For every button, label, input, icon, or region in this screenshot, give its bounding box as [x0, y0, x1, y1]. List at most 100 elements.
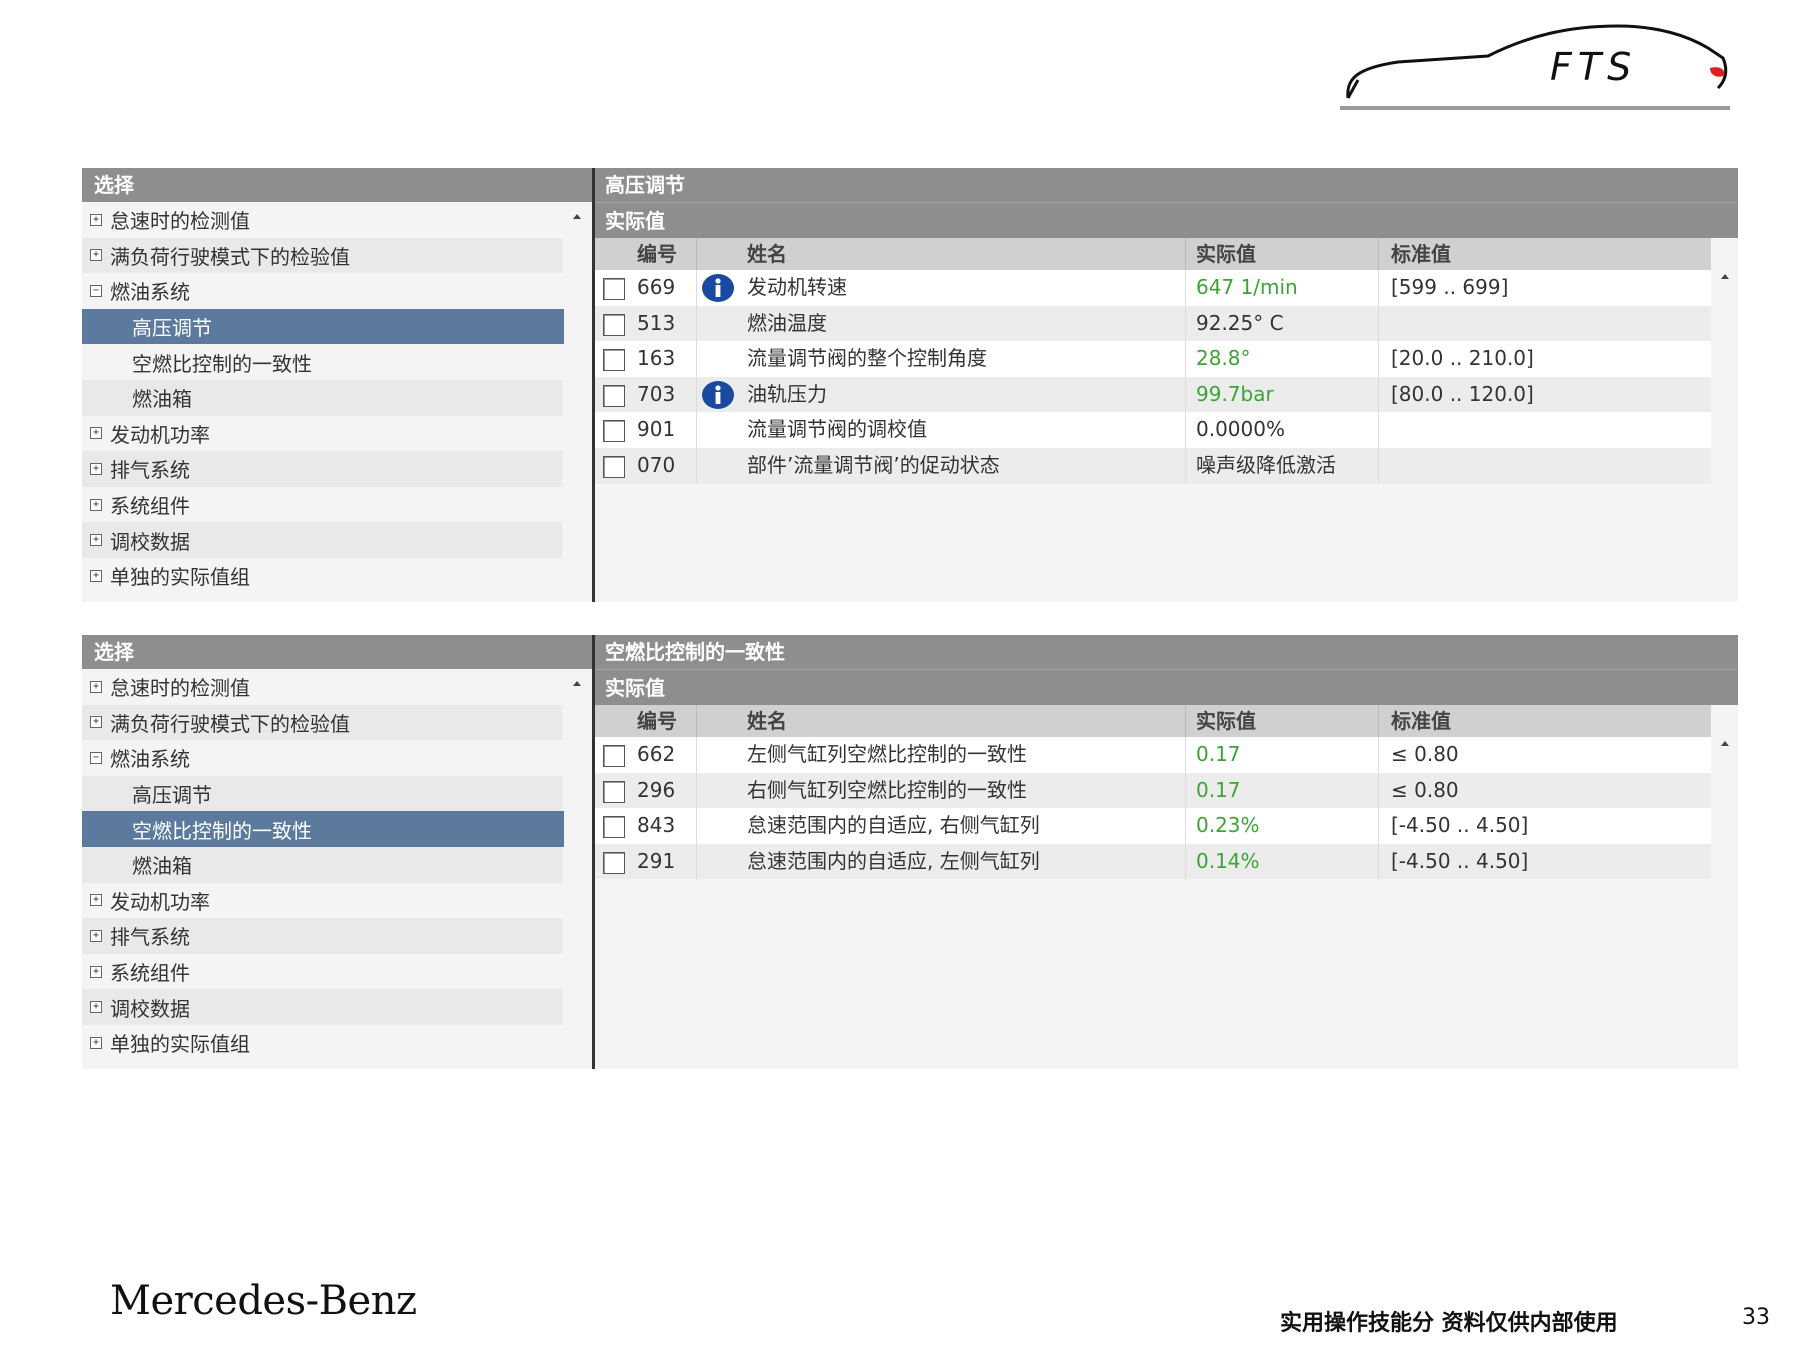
row-checkbox[interactable] — [603, 455, 625, 478]
scroll-up-icon[interactable] — [1720, 274, 1729, 279]
expand-icon[interactable]: + — [90, 680, 102, 693]
row-checkbox[interactable] — [603, 278, 625, 300]
expand-icon[interactable]: + — [90, 894, 102, 907]
cell-divider — [1378, 772, 1379, 809]
info-icon[interactable] — [701, 380, 735, 410]
expand-icon[interactable]: + — [90, 569, 102, 582]
tree-item[interactable]: 高压调节 — [82, 308, 582, 345]
tree-item[interactable]: 燃油箱 — [82, 379, 562, 416]
tree-item-label: 燃油系统 — [110, 280, 190, 305]
cell-divider — [1378, 843, 1379, 880]
expand-icon[interactable]: + — [90, 462, 102, 475]
tree-item[interactable]: + 发动机功率 — [82, 883, 562, 919]
tree-scrollbar[interactable] — [564, 202, 590, 602]
info-icon[interactable] — [701, 273, 735, 303]
table-row[interactable]: 163 流量调节阀的整个控制角度 28.8° [20.0 .. 210.0] — [595, 341, 1711, 378]
tree-item[interactable]: 空燃比控制的一致性 — [82, 811, 582, 847]
tree-item[interactable]: 空燃比控制的一致性 — [82, 344, 562, 380]
scroll-up-icon[interactable] — [573, 214, 581, 219]
table-row[interactable]: 843 怠速范围内的自适应, 右侧气缸列 0.23% [-4.50 .. 4.50] — [595, 808, 1711, 845]
cell-actual-value: 0.0000% — [1196, 417, 1285, 442]
row-checkbox[interactable] — [603, 851, 625, 874]
tree-item[interactable]: + 单独的实际值组 — [82, 1025, 562, 1061]
col-id[interactable]: 编号 — [637, 238, 677, 270]
expand-icon[interactable]: + — [90, 1036, 102, 1049]
table-row[interactable]: 296 右侧气缸列空燃比控制的一致性 0.17 ≤ 0.80 — [595, 772, 1711, 809]
tree-item[interactable]: − 燃油系统 — [82, 273, 562, 309]
tree-item[interactable]: − 燃油系统 — [82, 740, 562, 776]
col-standard[interactable]: 标准值 — [1391, 705, 1451, 737]
tree-item[interactable]: 高压调节 — [82, 775, 562, 812]
table-row[interactable]: 703 油轨压力 99.7bar [80.0 .. 120.0] — [595, 376, 1711, 413]
tree-item-label: 调校数据 — [110, 529, 190, 554]
tree-item[interactable]: 燃油箱 — [82, 846, 562, 883]
row-checkbox[interactable] — [603, 816, 625, 839]
tree-item[interactable]: + 怠速时的检测值 — [82, 669, 562, 705]
table-row[interactable]: 070 部件’流量调节阀’的促动状态 噪声级降低激活 — [595, 447, 1711, 484]
expand-icon[interactable]: + — [90, 427, 102, 440]
col-id[interactable]: 编号 — [637, 705, 677, 737]
expand-icon[interactable]: + — [90, 929, 102, 942]
tree-item[interactable]: + 系统组件 — [82, 954, 562, 990]
row-checkbox[interactable] — [603, 384, 625, 407]
tree-item-label: 排气系统 — [110, 458, 190, 483]
tree-item[interactable]: + 发动机功率 — [82, 416, 562, 452]
tree-item-label: 高压调节 — [132, 783, 212, 808]
cell-divider — [1185, 737, 1186, 773]
tree-item[interactable]: + 满负荷行驶模式下的检验值 — [82, 237, 562, 274]
col-actual[interactable]: 实际值 — [1196, 238, 1256, 270]
collapse-icon[interactable]: − — [90, 284, 102, 297]
col-name[interactable]: 姓名 — [747, 705, 787, 737]
col-standard[interactable]: 标准值 — [1391, 238, 1451, 270]
tree-item[interactable]: + 怠速时的检测值 — [82, 202, 562, 238]
scroll-up-icon[interactable] — [573, 681, 581, 686]
row-checkbox[interactable] — [603, 420, 625, 443]
col-actual[interactable]: 实际值 — [1196, 705, 1256, 737]
cell-divider — [1378, 341, 1379, 378]
table-scrollbar[interactable] — [1711, 238, 1738, 602]
tree-item[interactable]: + 满负荷行驶模式下的检验值 — [82, 704, 562, 741]
tree-item-label: 满负荷行驶模式下的检验值 — [110, 711, 350, 736]
logo-text: FTS — [1550, 45, 1637, 89]
scroll-up-icon[interactable] — [1720, 741, 1729, 746]
table-row[interactable]: 669 发动机转速 647 1/min [599 .. 699] — [595, 270, 1711, 306]
expand-icon[interactable]: + — [90, 716, 102, 729]
tree-item[interactable]: + 调校数据 — [82, 522, 562, 558]
table-row[interactable]: 513 燃油温度 92.25° C — [595, 305, 1711, 342]
cell-name: 右侧气缸列空燃比控制的一致性 — [747, 777, 1027, 802]
cell-divider — [1378, 376, 1379, 413]
table-row[interactable]: 291 怠速范围内的自适应, 左侧气缸列 0.14% [-4.50 .. 4.50] — [595, 843, 1711, 880]
expand-icon[interactable]: + — [90, 1001, 102, 1014]
tree-item[interactable]: + 单独的实际值组 — [82, 558, 562, 594]
values-subtitle: 实际值 — [595, 669, 1738, 706]
cell-divider — [696, 341, 697, 378]
cell-actual-value: 0.17 — [1196, 742, 1241, 766]
expand-icon[interactable]: + — [90, 965, 102, 978]
tree-item[interactable]: + 排气系统 — [82, 918, 562, 954]
fts-logo: FTS — [1338, 18, 1730, 114]
table-row[interactable]: 901 流量调节阀的调校值 0.0000% — [595, 412, 1711, 449]
selection-header: 选择 — [82, 635, 592, 669]
row-checkbox[interactable] — [603, 780, 625, 803]
col-name[interactable]: 姓名 — [747, 238, 787, 270]
expand-icon[interactable]: + — [90, 498, 102, 511]
tree-item-label: 单独的实际值组 — [110, 565, 250, 590]
table-row[interactable]: 662 左侧气缸列空燃比控制的一致性 0.17 ≤ 0.80 — [595, 737, 1711, 773]
expand-icon[interactable]: + — [90, 213, 102, 226]
cell-divider — [1378, 808, 1379, 845]
expand-icon[interactable]: + — [90, 249, 102, 262]
tree-item-label: 空燃比控制的一致性 — [132, 818, 312, 843]
row-checkbox[interactable] — [603, 313, 625, 336]
row-checkbox[interactable] — [603, 745, 625, 767]
cell-name: 油轨压力 — [747, 381, 827, 406]
tree-item[interactable]: + 调校数据 — [82, 989, 562, 1025]
table-scrollbar[interactable] — [1711, 705, 1738, 1069]
tree-item[interactable]: + 排气系统 — [82, 451, 562, 487]
tree-item[interactable]: + 系统组件 — [82, 487, 562, 523]
row-checkbox[interactable] — [603, 349, 625, 372]
tree-scrollbar[interactable] — [564, 669, 590, 1069]
cell-divider — [1185, 341, 1186, 378]
values-table: 662 左侧气缸列空燃比控制的一致性 0.17 ≤ 0.80 296 右侧气缸列空燃比控制… — [595, 737, 1711, 880]
collapse-icon[interactable]: − — [90, 751, 102, 764]
expand-icon[interactable]: + — [90, 534, 102, 547]
